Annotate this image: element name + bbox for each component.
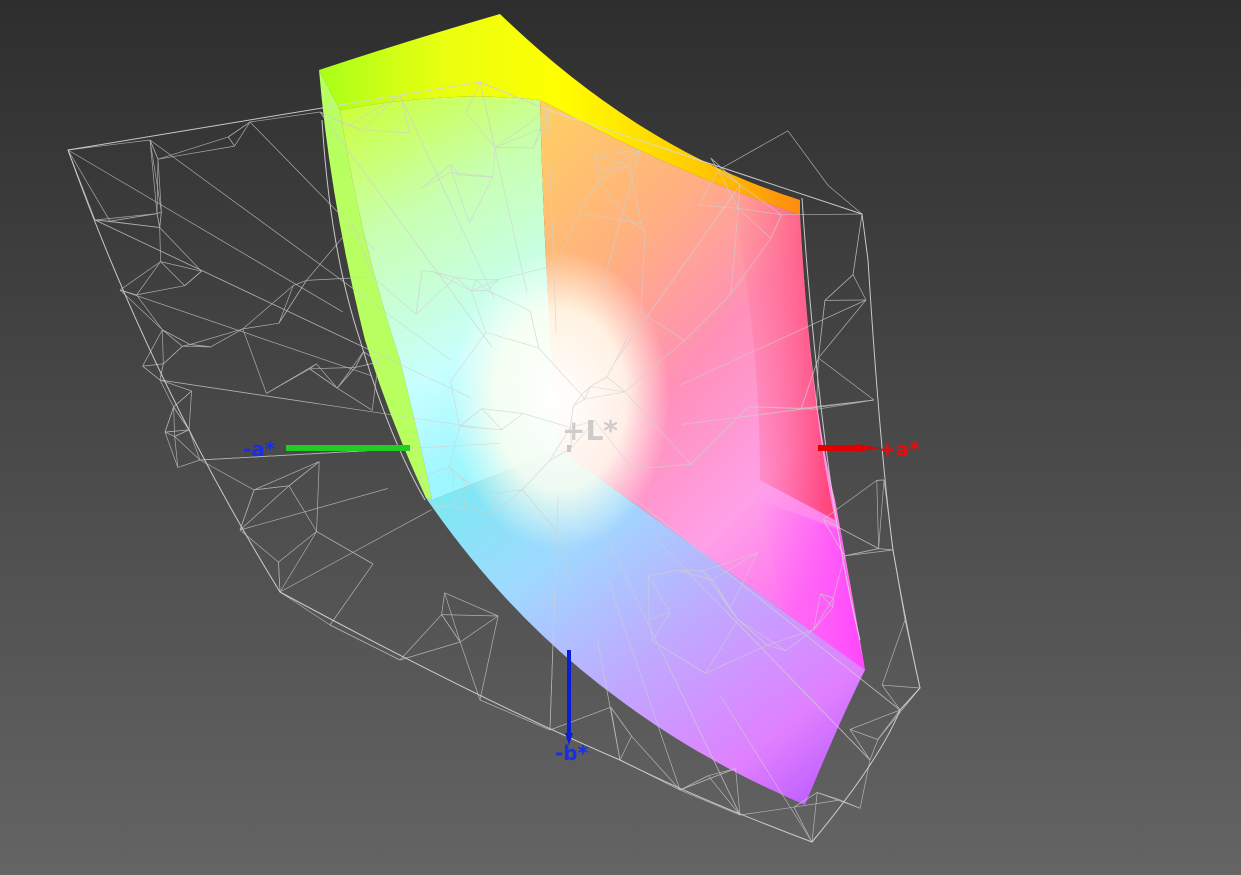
lab-gamut-3d-view[interactable]: +L* +a* -a* -b* [0, 0, 1241, 875]
wireframe-edge [648, 575, 650, 620]
axis-label-neg-b: -b* [555, 741, 589, 765]
wireframe-edge [471, 290, 488, 292]
gamut-white-point-glow [450, 250, 670, 550]
axis-label-pos-a: +a* [879, 437, 920, 461]
axis-label-neg-a: -a* [243, 437, 276, 461]
gamut-viewport[interactable]: +L* +a* -a* -b* [0, 0, 1241, 875]
axis-label-pos-l: +L* [562, 414, 618, 447]
